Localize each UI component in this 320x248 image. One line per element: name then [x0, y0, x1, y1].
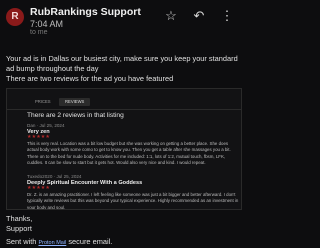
sent-suffix: secure email. — [68, 237, 113, 246]
star-icon[interactable]: ☆ — [162, 7, 180, 25]
review-text: Dr. Z. is an amazing practitioner. I lef… — [27, 192, 239, 210]
message-paragraph: There are two reviews for the ad you hav… — [6, 74, 174, 83]
sender-name[interactable]: RubRankings Support — [30, 6, 141, 18]
reviews-heading: There are 2 reviews in that listing — [27, 112, 124, 119]
divider — [7, 109, 241, 110]
sender-avatar[interactable]: R — [6, 8, 24, 26]
review-meta: Dan · Jul 25, 2024 — [27, 123, 65, 128]
tab-reviews[interactable]: Reviews — [59, 98, 91, 106]
review-stars: ★★★★★ — [27, 135, 51, 140]
more-options-icon[interactable]: ⋮ — [218, 7, 236, 25]
review-meta: Tuxedo2020 · Jul 25, 2024 — [27, 174, 82, 179]
review-text: This is very real. Location was a bit lo… — [27, 141, 231, 166]
recipient-line[interactable]: to me — [30, 29, 48, 36]
review-item: Dan · Jul 25, 2024 Very zen ★★★★★ This i… — [27, 123, 239, 167]
signoff-thanks: Thanks, — [6, 214, 33, 223]
reply-icon[interactable]: ↶ — [190, 7, 208, 25]
sent-prefix: Sent with — [6, 237, 37, 246]
sent-time: 7:04 AM — [30, 19, 64, 29]
service-link[interactable]: Proton Mail — [38, 240, 66, 246]
sent-with-line: Sent with Proton Mail secure email. — [6, 237, 112, 246]
message-paragraph: Your ad is in Dallas our busiest city, m… — [6, 54, 238, 73]
review-stars: ★★★★★ — [27, 186, 51, 191]
reviews-card: Prices Reviews There are 2 reviews in th… — [6, 88, 242, 210]
signoff-name: Support — [6, 224, 32, 233]
review-item: Tuxedo2020 · Jul 25, 2024 Deeply Spiritu… — [27, 174, 239, 210]
email-header: R RubRankings Support 7:04 AM to me ☆ ↶ … — [0, 0, 240, 40]
tab-prices[interactable]: Prices — [29, 98, 57, 106]
